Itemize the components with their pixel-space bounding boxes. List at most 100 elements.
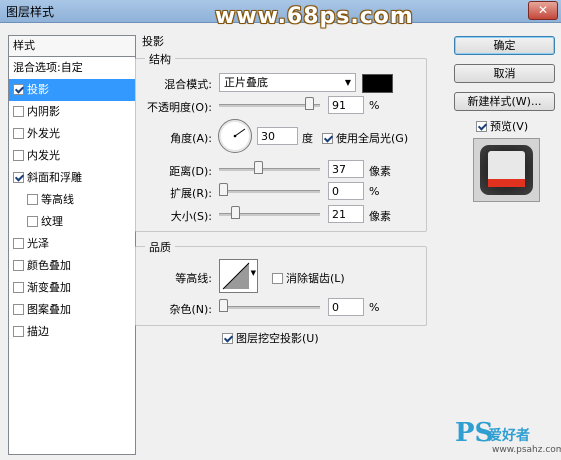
distance-slider-thumb[interactable]	[254, 161, 263, 174]
contour-label: 等高线:	[175, 272, 212, 285]
close-icon: ✕	[537, 3, 549, 17]
ok-button[interactable]: 确定	[454, 36, 555, 55]
style-item-checkbox[interactable]	[27, 215, 38, 227]
style-item-checkbox[interactable]	[13, 259, 24, 271]
style-item-label: 光泽	[27, 237, 49, 250]
noise-unit: %	[369, 301, 380, 314]
style-item-label: 投影	[27, 83, 49, 96]
spread-input[interactable]: 0	[328, 182, 364, 200]
blend-mode-value: 正片叠底	[224, 76, 268, 89]
noise-slider-track	[219, 306, 320, 309]
shadow-color-swatch[interactable]	[362, 74, 393, 93]
preview-checkbox-box	[476, 120, 487, 132]
size-unit: 像素	[369, 210, 391, 223]
angle-label: 角度(A):	[170, 132, 212, 145]
noise-label: 杂色(N):	[169, 303, 212, 316]
style-item[interactable]: 内阴影	[9, 101, 135, 123]
size-slider-thumb[interactable]	[231, 206, 240, 219]
distance-input[interactable]: 37	[328, 160, 364, 178]
spread-label: 扩展(R):	[170, 187, 212, 200]
style-item[interactable]: 颜色叠加	[9, 255, 135, 277]
ps-logo-text: 爱好者	[488, 428, 530, 444]
style-item-checkbox[interactable]	[13, 149, 24, 161]
opacity-label: 不透明度(O):	[147, 101, 212, 114]
style-preview	[473, 138, 540, 202]
style-item-checkbox[interactable]	[27, 193, 38, 205]
contour-curve-icon	[222, 262, 250, 290]
new-style-button[interactable]: 新建样式(W)...	[454, 92, 555, 111]
style-item-label: 渐变叠加	[27, 281, 71, 294]
style-item[interactable]: 斜面和浮雕	[9, 167, 135, 189]
section-title: 投影	[142, 35, 164, 48]
spread-unit: %	[369, 185, 380, 198]
style-item-checkbox[interactable]	[13, 105, 24, 117]
angle-input[interactable]: 30	[257, 127, 298, 145]
antialias-checkbox[interactable]: 消除锯齿(L)	[272, 270, 345, 286]
style-item-checkbox[interactable]	[13, 237, 24, 249]
distance-slider-track	[219, 168, 320, 171]
site-watermark: www.68ps.com	[215, 4, 414, 29]
blend-mode-label: 混合模式:	[164, 78, 212, 91]
title-bar: 图层样式 www.68ps.com ✕	[0, 0, 561, 29]
spread-slider-thumb[interactable]	[219, 183, 228, 196]
structure-title: 结构	[145, 51, 175, 67]
opacity-input[interactable]: 91	[328, 96, 364, 114]
knockout-checkbox-box	[222, 332, 233, 344]
style-item-label: 内发光	[27, 149, 60, 162]
angle-unit: 度	[302, 132, 313, 145]
blend-options-item[interactable]: 混合选项:自定	[9, 57, 135, 79]
styles-list: 样式 混合选项:自定 投影内阴影外发光内发光斜面和浮雕等高线纹理光泽颜色叠加渐变…	[8, 35, 136, 455]
global-light-checkbox[interactable]: 使用全局光(G)	[322, 130, 408, 146]
spread-slider-track	[219, 190, 320, 193]
distance-unit: 像素	[369, 165, 391, 178]
global-light-checkbox-box	[322, 132, 333, 144]
style-item-checkbox[interactable]	[13, 325, 24, 337]
style-item-label: 外发光	[27, 127, 60, 140]
antialias-checkbox-box	[272, 272, 283, 284]
window-title: 图层样式	[6, 5, 55, 19]
size-input[interactable]: 21	[328, 205, 364, 223]
style-item-label: 内阴影	[27, 105, 60, 118]
chevron-down-icon: ▼	[344, 78, 351, 87]
distance-label: 距离(D):	[169, 165, 212, 178]
style-item-label: 等高线	[41, 193, 74, 206]
close-button[interactable]: ✕	[528, 1, 558, 20]
styles-header: 样式	[9, 36, 135, 57]
style-item[interactable]: 投影	[9, 79, 135, 101]
style-item[interactable]: 内发光	[9, 145, 135, 167]
cancel-button[interactable]: 取消	[454, 64, 555, 83]
noise-slider-thumb[interactable]	[219, 299, 228, 312]
style-item-checkbox[interactable]	[13, 127, 24, 139]
style-item-checkbox[interactable]	[13, 83, 24, 95]
preview-label: 预览(V)	[490, 120, 529, 133]
global-light-label: 使用全局光(G)	[336, 132, 409, 145]
style-item-label: 描边	[27, 325, 49, 338]
ps-logo-url: www.psahz.com	[492, 445, 561, 455]
style-item[interactable]: 纹理	[9, 211, 135, 233]
style-item[interactable]: 渐变叠加	[9, 277, 135, 299]
opacity-slider-thumb[interactable]	[305, 97, 314, 110]
style-item-checkbox[interactable]	[13, 281, 24, 293]
style-item[interactable]: 图案叠加	[9, 299, 135, 321]
blend-mode-select[interactable]: 正片叠底 ▼	[219, 73, 356, 92]
style-item[interactable]: 光泽	[9, 233, 135, 255]
contour-picker[interactable]: ▼	[219, 259, 258, 293]
angle-dial-needle	[233, 128, 246, 138]
style-item[interactable]: 等高线	[9, 189, 135, 211]
style-item-label: 纹理	[41, 215, 63, 228]
knockout-checkbox[interactable]: 图层挖空投影(U)	[222, 330, 319, 346]
style-item-checkbox[interactable]	[13, 303, 24, 315]
style-item-label: 斜面和浮雕	[27, 171, 82, 184]
style-item-checkbox[interactable]	[13, 171, 24, 183]
style-item[interactable]: 描边	[9, 321, 135, 343]
angle-dial[interactable]	[218, 119, 252, 153]
style-item-label: 颜色叠加	[27, 259, 71, 272]
style-item[interactable]: 外发光	[9, 123, 135, 145]
opacity-unit: %	[369, 99, 380, 112]
style-preview-image	[480, 145, 533, 195]
noise-input[interactable]: 0	[328, 298, 364, 316]
chevron-down-icon: ▼	[250, 269, 256, 277]
antialias-label: 消除锯齿(L)	[286, 272, 345, 285]
size-label: 大小(S):	[170, 210, 212, 223]
preview-checkbox[interactable]: 预览(V)	[476, 118, 528, 134]
